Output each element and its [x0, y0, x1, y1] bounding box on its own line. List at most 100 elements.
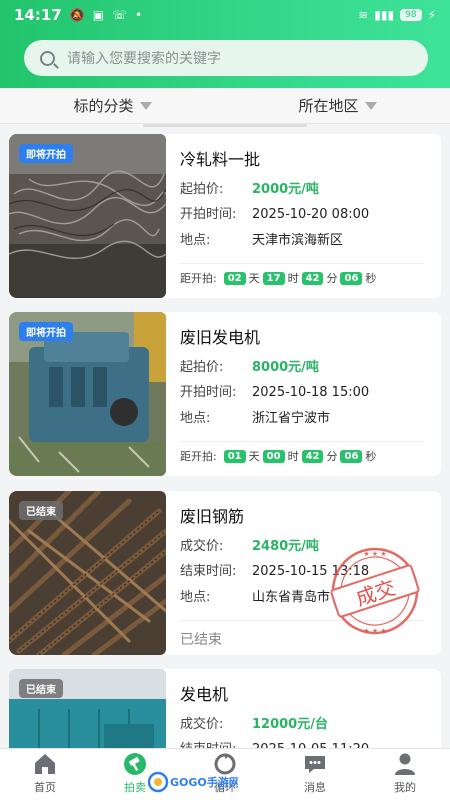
notification-icon: 🔕 — [69, 8, 85, 22]
price-row: 起拍价: 8000元/吨 — [180, 356, 319, 375]
user-icon — [395, 753, 415, 775]
dot-icon: • — [135, 8, 143, 22]
card-title: 废旧钢筋 — [180, 507, 245, 526]
auction-card[interactable]: 已结束 废旧钢筋 成交价: 2480元/吨 结束时间: 2025-10-15 13:… — [9, 491, 441, 655]
place-value: 山东省青岛市 — [252, 590, 331, 605]
countdown: 距开拍: 01 天 00 时 42 分 06 秒 — [180, 448, 376, 464]
price-value: 2480元/吨 — [252, 539, 319, 554]
status-bar: 14:17 🔕 ▣ ☏ • ≋ ▮▮▮ 98 ⚡ — [0, 0, 450, 30]
time-label: 开拍时间: — [180, 385, 237, 400]
search-placeholder: 请输入您要搜索的关键字 — [67, 51, 221, 67]
unit-minute: 分 — [326, 450, 338, 463]
message-icon — [305, 756, 325, 773]
countdown-label: 距开拍: — [180, 450, 217, 463]
countdown-seconds: 06 — [340, 449, 363, 463]
place-value: 浙江省宁波市 — [252, 411, 331, 426]
unit-hour: 时 — [287, 450, 299, 463]
card-title: 废旧发电机 — [180, 328, 261, 347]
time-value: 2025-10-18 15:00 — [252, 385, 370, 400]
tab-home[interactable]: 首页 — [0, 749, 90, 800]
time-row: 开拍时间: 2025-10-18 15:00 — [180, 381, 369, 400]
filter-category[interactable]: 标的分类 — [0, 88, 225, 123]
wifi-icon: ≋ — [358, 8, 369, 22]
item-photo: 即将开拍 — [9, 312, 166, 476]
place-row: 地点: 天津市滨海新区 — [180, 229, 343, 248]
countdown-days: 02 — [223, 271, 246, 285]
price-value: 12000元/台 — [252, 717, 328, 732]
status-time: 14:17 — [14, 6, 62, 24]
card-title: 发电机 — [180, 685, 229, 704]
charging-icon: ⚡ — [427, 8, 436, 22]
place-row: 地点: 浙江省宁波市 — [180, 407, 330, 426]
tab-home-label: 首页 — [34, 781, 56, 794]
dropdown-arrow-icon — [139, 101, 152, 110]
price-value: 8000元/吨 — [252, 360, 319, 375]
filter-bar: 标的分类 所在地区 — [0, 88, 450, 124]
auction-card[interactable]: 即将开拍 冷轧料一批 起拍价: 2000元/吨 开拍时间: 2025-10-20 0… — [9, 134, 441, 298]
sold-stamp-icon: ★ ★ ★ ★ ★ ★ 成交 — [330, 547, 420, 635]
time-label: 结束时间: — [180, 564, 237, 579]
price-row: 成交价: 2480元/吨 — [180, 535, 319, 554]
status-badge: 即将开拍 — [19, 322, 73, 341]
tab-message[interactable]: 消息 — [270, 749, 360, 800]
time-label: 开拍时间: — [180, 207, 237, 222]
place-label: 地点: — [180, 590, 211, 605]
price-label: 成交价: — [180, 539, 224, 554]
countdown-hours: 17 — [262, 271, 285, 285]
svg-text:GOGO手游网: GOGO手游网 — [170, 775, 238, 789]
tab-message-label: 消息 — [304, 781, 326, 794]
countdown: 距开拍: 02 天 17 时 42 分 06 秒 — [180, 270, 376, 286]
auction-card[interactable]: 即将开拍 废旧发电机 起拍价: 8000元/吨 开拍时间: 2025-10-18 1… — [9, 312, 441, 476]
card-info: 冷轧料一批 起拍价: 2000元/吨 开拍时间: 2025-10-20 08:00 … — [180, 134, 435, 298]
filter-region-label: 所在地区 — [298, 97, 359, 115]
dropdown-arrow-icon — [364, 101, 377, 110]
status-badge: 即将开拍 — [19, 144, 73, 163]
card-info: 废旧钢筋 成交价: 2480元/吨 结束时间: 2025-10-15 13:18 地… — [180, 491, 435, 655]
unit-second: 秒 — [365, 272, 377, 285]
battery-icon: 98 — [400, 9, 422, 21]
divider — [180, 263, 425, 264]
place-label: 地点: — [180, 411, 211, 426]
price-label: 成交价: — [180, 717, 224, 732]
price-row: 成交价: 12000元/台 — [180, 713, 328, 732]
tab-mine-label: 我的 — [394, 781, 416, 794]
item-photo: 即将开拍 — [9, 134, 166, 298]
place-value: 天津市滨海新区 — [252, 233, 344, 248]
signal-icon: ▮▮▮ — [374, 8, 395, 22]
search-input[interactable]: 请输入您要搜索的关键字 — [24, 40, 428, 76]
item-photo: 已结束 — [9, 491, 166, 655]
unit-second: 秒 — [365, 450, 377, 463]
unit-hour: 时 — [287, 272, 299, 285]
countdown-days: 01 — [223, 449, 246, 463]
price-label: 起拍价: — [180, 182, 224, 197]
watermark-logo: GOGO手游网 — [148, 771, 238, 793]
price-label: 起拍价: — [180, 360, 224, 375]
countdown-hours: 00 — [262, 449, 285, 463]
status-badge: 已结束 — [19, 679, 63, 698]
missed-call-icon: ☏ — [112, 8, 128, 22]
place-label: 地点: — [180, 233, 211, 248]
card-title: 冷轧料一批 — [180, 150, 261, 169]
countdown-seconds: 06 — [340, 271, 363, 285]
ended-label: 已结束 — [180, 632, 222, 648]
svg-text:★ ★ ★: ★ ★ ★ — [363, 550, 386, 558]
unit-minute: 分 — [326, 272, 338, 285]
place-row: 地点: 山东省青岛市 — [180, 586, 330, 605]
card-info: 废旧发电机 起拍价: 8000元/吨 开拍时间: 2025-10-18 15:00 … — [180, 312, 435, 476]
filter-category-label: 标的分类 — [73, 97, 134, 115]
time-row: 开拍时间: 2025-10-20 08:00 — [180, 203, 369, 222]
tab-mine[interactable]: 我的 — [360, 749, 450, 800]
header: 14:17 🔕 ▣ ☏ • ≋ ▮▮▮ 98 ⚡ 请输入您要搜索的关键字 — [0, 0, 450, 88]
price-value: 2000元/吨 — [252, 182, 319, 197]
search-icon — [40, 50, 55, 66]
unit-day: 天 — [248, 272, 260, 285]
status-badge: 已结束 — [19, 501, 63, 520]
countdown-minutes: 42 — [301, 271, 324, 285]
divider — [180, 441, 425, 442]
filter-region[interactable]: 所在地区 — [225, 88, 450, 123]
gavel-icon — [124, 753, 146, 775]
unit-day: 天 — [248, 450, 260, 463]
scroll-indicator — [143, 124, 307, 127]
svg-text:★ ★ ★: ★ ★ ★ — [363, 627, 386, 635]
home-icon — [35, 754, 55, 774]
